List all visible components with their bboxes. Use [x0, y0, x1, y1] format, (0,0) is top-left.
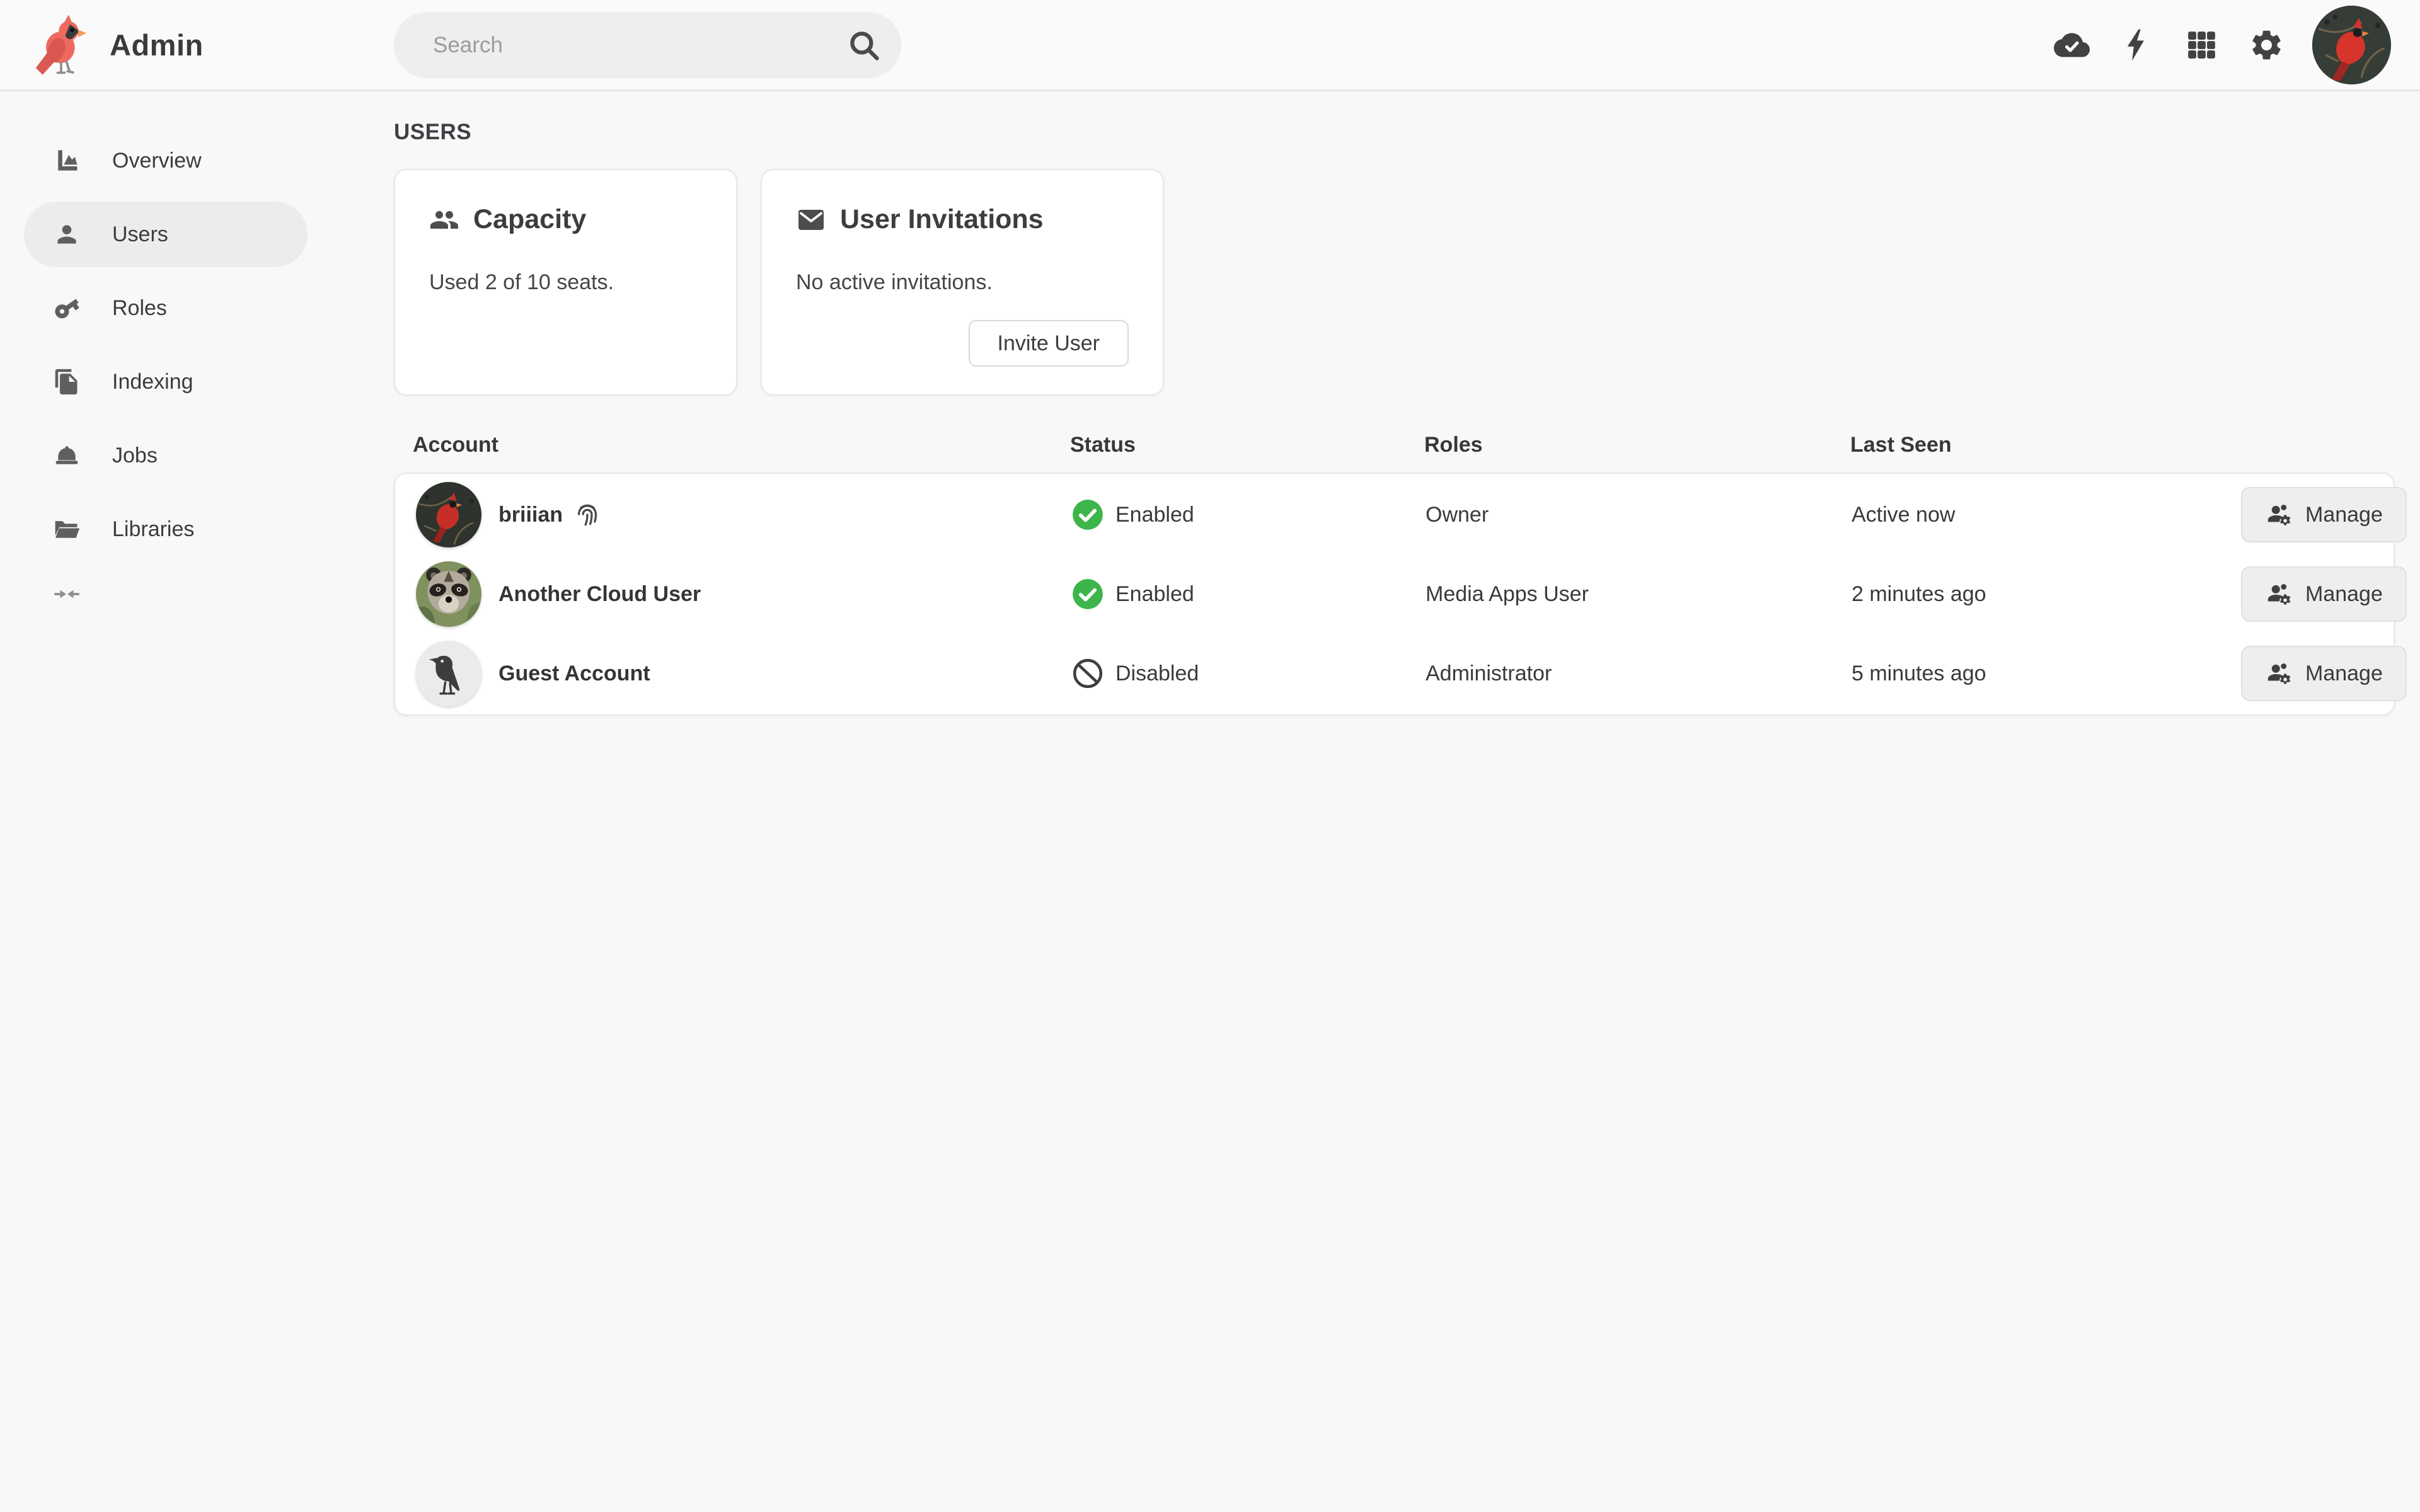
search-input[interactable]	[394, 12, 842, 78]
summary-cards: Capacity Used 2 of 10 seats. User Invita…	[394, 169, 2395, 396]
apps-grid-icon[interactable]	[2173, 16, 2230, 73]
sidebar-item-label: Users	[112, 222, 168, 246]
cloud-done-icon[interactable]	[2043, 16, 2100, 73]
collapse-sidebar-button[interactable]	[42, 572, 92, 616]
last-seen-text: 5 minutes ago	[1852, 661, 1986, 685]
manage-user-button[interactable]: Manage	[2241, 566, 2407, 622]
key-icon	[53, 294, 81, 322]
manage-user-button[interactable]: Manage	[2241, 487, 2407, 542]
manage-button-label: Manage	[2305, 661, 2383, 685]
column-status: Status	[1070, 432, 1136, 457]
manage-user-button[interactable]: Manage	[2241, 646, 2407, 701]
manage-accounts-icon	[2267, 584, 2291, 605]
last-seen-text: Active now	[1852, 502, 1956, 527]
sidebar-item-label: Roles	[112, 295, 167, 320]
app-title: Admin	[110, 28, 204, 62]
status-enabled-icon	[1071, 498, 1104, 531]
user-name: Another Cloud User	[498, 581, 701, 606]
invitations-card-body: No active invitations.	[796, 270, 993, 294]
status-text: Enabled	[1115, 502, 1194, 527]
user-avatar[interactable]	[2312, 5, 2391, 84]
person-icon	[53, 220, 81, 248]
manage-button-label: Manage	[2305, 502, 2383, 527]
sidebar-item-libraries[interactable]: Libraries	[24, 496, 308, 562]
area-chart-icon	[53, 147, 81, 175]
status-disabled-icon	[1071, 657, 1104, 690]
sidebar-item-users[interactable]: Users	[24, 202, 308, 267]
sidebar-item-indexing[interactable]: Indexing	[24, 349, 308, 415]
capacity-card-title: Capacity	[473, 204, 587, 234]
people-group-icon	[429, 205, 459, 235]
fingerprint-icon	[573, 500, 602, 529]
sidebar-item-label: Libraries	[112, 517, 195, 541]
main-content: USERS Capacity Used 2 of 10 seats. User …	[394, 93, 2407, 716]
manage-accounts-icon	[2267, 505, 2291, 525]
sidebar-item-overview[interactable]: Overview	[24, 128, 308, 193]
roles-text: Administrator	[1426, 661, 1552, 685]
capacity-card: Capacity Used 2 of 10 seats.	[394, 169, 737, 396]
users-table: briiian Enabled Owner Active now Manage …	[394, 472, 2407, 716]
roles-text: Media Apps User	[1426, 581, 1589, 606]
sidebar-item-label: Jobs	[112, 443, 158, 467]
cardinal-logo	[35, 14, 86, 75]
collapse-arrows-icon	[54, 590, 80, 598]
manage-accounts-icon	[2267, 663, 2291, 684]
open-folder-icon	[53, 515, 81, 543]
hard-hat-icon	[53, 442, 81, 469]
column-roles: Roles	[1424, 432, 1483, 457]
roles-text: Owner	[1426, 502, 1489, 527]
column-last-seen: Last Seen	[1850, 432, 1952, 457]
column-account: Account	[413, 432, 498, 457]
brand: Admin	[29, 0, 204, 89]
user-invitations-card: User Invitations No active invitations. …	[761, 169, 1164, 396]
last-seen-text: 2 minutes ago	[1852, 581, 1986, 606]
status-enabled-icon	[1071, 578, 1104, 610]
copy-pages-icon	[53, 368, 81, 396]
sidebar-item-label: Overview	[112, 148, 202, 173]
status-text: Disabled	[1115, 661, 1199, 685]
manage-button-label: Manage	[2305, 581, 2383, 606]
sidebar: Overview Users Roles Indexing Jobs Libra…	[0, 93, 353, 1512]
user-name: Guest Account	[498, 661, 650, 685]
avatar-bird-silhouette	[416, 641, 481, 706]
table-row: Another Cloud User Enabled Media Apps Us…	[395, 554, 2407, 634]
search-icon[interactable]	[842, 23, 886, 67]
header-actions	[2043, 0, 2391, 89]
invitations-card-title: User Invitations	[840, 204, 1044, 234]
avatar-cardinal	[416, 482, 481, 547]
sidebar-item-jobs[interactable]: Jobs	[24, 423, 308, 488]
settings-gear-icon[interactable]	[2238, 16, 2295, 73]
status-text: Enabled	[1115, 581, 1194, 606]
table-row: briiian Enabled Owner Active now Manage	[395, 475, 2407, 554]
user-name: briiian	[498, 502, 563, 527]
app-header: Admin	[0, 0, 2420, 91]
invite-user-button[interactable]: Invite User	[968, 320, 1129, 367]
sidebar-item-label: Indexing	[112, 369, 193, 394]
users-table-header: Account Status Roles Last Seen	[394, 432, 2395, 457]
table-row: Guest Account Disabled Administrator 5 m…	[395, 634, 2407, 713]
capacity-card-body: Used 2 of 10 seats.	[429, 270, 614, 294]
page-title: USERS	[394, 120, 472, 144]
envelope-icon	[796, 205, 826, 235]
search-bar	[394, 12, 901, 78]
avatar-raccoon	[416, 561, 481, 627]
bolt-icon[interactable]	[2108, 16, 2165, 73]
sidebar-item-roles[interactable]: Roles	[24, 275, 308, 341]
